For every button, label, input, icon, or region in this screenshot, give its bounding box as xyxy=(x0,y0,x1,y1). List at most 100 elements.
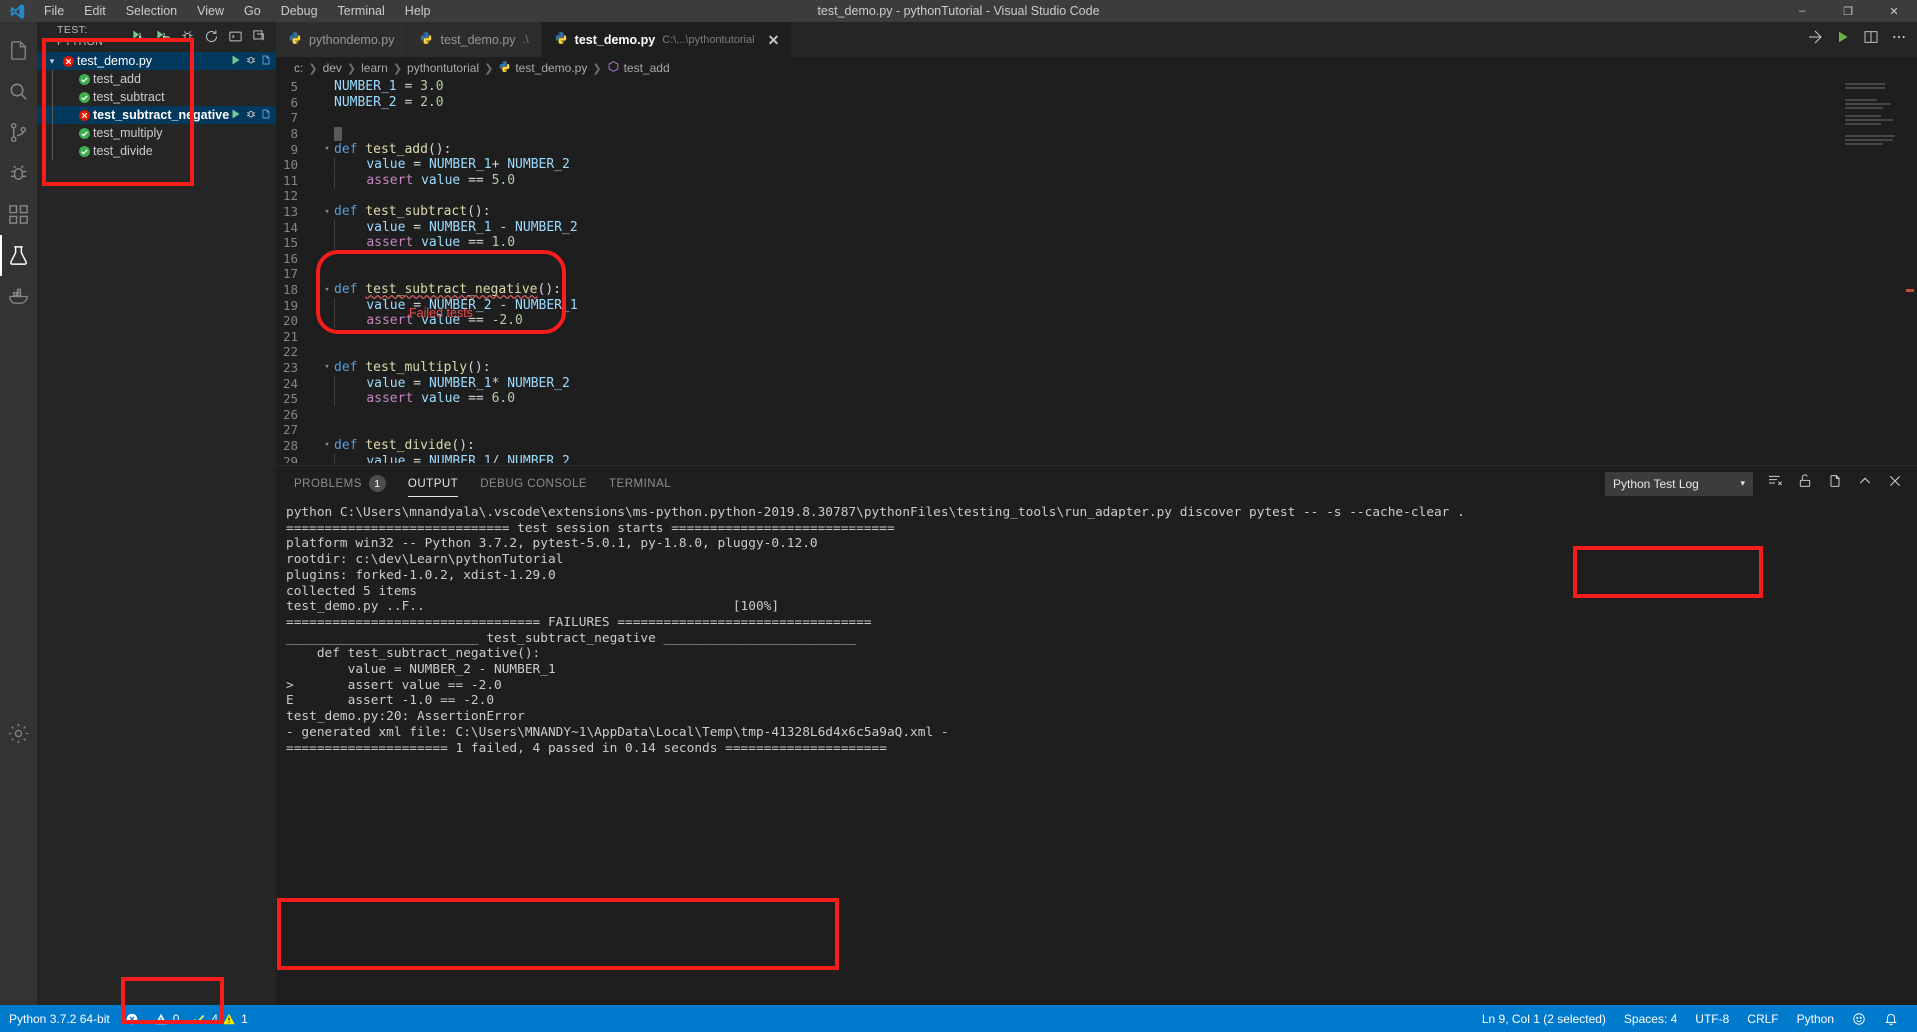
code-line-7[interactable]: 7 xyxy=(276,110,1917,126)
minimap[interactable] xyxy=(1845,83,1903,163)
run-failed-tests-icon[interactable] xyxy=(152,25,174,47)
search-icon[interactable] xyxy=(0,71,37,112)
encoding[interactable]: UTF-8 xyxy=(1686,1005,1738,1032)
debug-test-icon[interactable] xyxy=(245,54,257,69)
minimize-button[interactable]: – xyxy=(1779,0,1825,22)
menu-terminal[interactable]: Terminal xyxy=(328,0,395,22)
breadcrumb-item-4[interactable]: test_demo.py xyxy=(498,60,587,76)
code-line-28[interactable]: 28▾def test_divide(): xyxy=(276,438,1917,454)
editor-tab-2[interactable]: test_demo.pyC:\...\pythontutorial✕ xyxy=(542,22,793,57)
menu-go[interactable]: Go xyxy=(234,0,271,22)
code-line-17[interactable]: 17 xyxy=(276,266,1917,282)
code-line-27[interactable]: 27 xyxy=(276,422,1917,438)
code-line-11[interactable]: 11 assert value == 5.0 xyxy=(276,173,1917,189)
menu-help[interactable]: Help xyxy=(395,0,441,22)
run-test-icon[interactable] xyxy=(230,108,242,123)
extensions-icon[interactable] xyxy=(0,194,37,235)
code-line-21[interactable]: 21 xyxy=(276,329,1917,345)
test-tree-item-test_divide[interactable]: test_divide xyxy=(37,142,276,160)
menu-view[interactable]: View xyxy=(187,0,234,22)
code-line-16[interactable]: 16 xyxy=(276,251,1917,267)
problems-errors[interactable]: 0 xyxy=(145,1005,184,1032)
code-line-15[interactable]: 15 assert value == 1.0 xyxy=(276,235,1917,251)
maximize-button[interactable]: ❐ xyxy=(1825,0,1871,22)
eol[interactable]: CRLF xyxy=(1738,1005,1787,1032)
lock-scroll-icon[interactable] xyxy=(1797,473,1813,494)
fold-chevron-icon[interactable]: ▾ xyxy=(320,144,334,154)
window-controls[interactable]: – ❐ ✕ xyxy=(1779,0,1917,22)
chevron-down-icon[interactable]: ▾ xyxy=(45,56,59,67)
code-line-29[interactable]: 29 value = NUMBER_1/ NUMBER_2 xyxy=(276,453,1917,463)
test-tree-item-test_subtract[interactable]: test_subtract xyxy=(37,88,276,106)
split-editor-right-icon[interactable] xyxy=(1863,29,1879,50)
test-tree-item-test_demo-py[interactable]: ▾test_demo.py xyxy=(37,52,276,70)
tests-failed[interactable]: 1 xyxy=(220,1005,257,1032)
output-content[interactable]: python C:\Users\mnandyala\.vscode\extens… xyxy=(276,501,1917,756)
fold-chevron-icon[interactable]: ▾ xyxy=(320,207,334,217)
feedback-smiley[interactable] xyxy=(1843,1005,1875,1032)
menu-edit[interactable]: Edit xyxy=(74,0,116,22)
close-button[interactable]: ✕ xyxy=(1871,0,1917,22)
python-interpreter[interactable]: Python 3.7.2 64-bit xyxy=(0,1005,119,1032)
panel-tab-output[interactable]: OUTPUT xyxy=(408,466,458,501)
clear-output-icon[interactable] xyxy=(1767,473,1783,494)
run-all-tests-icon[interactable] xyxy=(128,25,150,47)
code-line-6[interactable]: 6NUMBER_2 = 2.0 xyxy=(276,95,1917,111)
code-line-25[interactable]: 25 assert value == 6.0 xyxy=(276,391,1917,407)
code-line-20[interactable]: 20 assert value == -2.0 xyxy=(276,313,1917,329)
code-line-12[interactable]: 12 xyxy=(276,188,1917,204)
editor-overview-ruler[interactable] xyxy=(1903,79,1917,463)
breadcrumb-item-0[interactable]: c: xyxy=(294,61,303,75)
menu-file[interactable]: File xyxy=(34,0,74,22)
debug-test-icon[interactable] xyxy=(245,108,257,123)
panel-tab-terminal[interactable]: TERMINAL xyxy=(609,466,671,501)
breadcrumb-item-3[interactable]: pythontutorial xyxy=(407,61,479,75)
fold-chevron-icon[interactable]: ▾ xyxy=(320,285,334,295)
docker-icon[interactable] xyxy=(0,276,37,317)
split-editor-icon[interactable] xyxy=(1807,29,1823,50)
panel-tab-debug-console[interactable]: DEBUG CONSOLE xyxy=(480,466,587,501)
editor-tab-1[interactable]: test_demo.py.\ xyxy=(407,22,541,57)
debug-all-tests-icon[interactable] xyxy=(176,25,198,47)
refresh-icon[interactable] xyxy=(200,25,222,47)
test-beaker-icon[interactable] xyxy=(0,235,37,276)
open-test-file-icon[interactable] xyxy=(260,108,272,123)
panel-tab-problems[interactable]: PROBLEMS1 xyxy=(294,466,386,501)
editor-tab-0[interactable]: pythondemo.py xyxy=(276,22,407,57)
output-channel-select[interactable]: Python Test Log ▾ xyxy=(1605,472,1753,496)
code-line-19[interactable]: 19 value = NUMBER_2 - NUMBER_1 xyxy=(276,297,1917,313)
breadcrumb[interactable]: c:❯dev❯learn❯pythontutorial❯test_demo.py… xyxy=(276,57,1917,79)
code-line-10[interactable]: 10 value = NUMBER_1+ NUMBER_2 xyxy=(276,157,1917,173)
breadcrumb-item-2[interactable]: learn xyxy=(361,61,388,75)
code-line-18[interactable]: 18▾def test_subtract_negative(): xyxy=(276,282,1917,298)
open-in-editor-icon[interactable] xyxy=(1827,473,1843,494)
code-editor[interactable]: 5NUMBER_1 = 3.06NUMBER_2 = 2.0789▾def te… xyxy=(276,79,1917,463)
open-test-file-icon[interactable] xyxy=(260,54,272,69)
fold-chevron-icon[interactable]: ▾ xyxy=(320,440,334,450)
code-line-24[interactable]: 24 value = NUMBER_1* NUMBER_2 xyxy=(276,375,1917,391)
code-line-5[interactable]: 5NUMBER_1 = 3.0 xyxy=(276,79,1917,95)
notifications-bell[interactable] xyxy=(1875,1005,1907,1032)
debug-icon[interactable] xyxy=(0,153,37,194)
close-panel-icon[interactable] xyxy=(1887,473,1903,494)
code-line-14[interactable]: 14 value = NUMBER_1 - NUMBER_2 xyxy=(276,219,1917,235)
fold-chevron-icon[interactable]: ▾ xyxy=(320,362,334,372)
remote-indicator[interactable] xyxy=(119,1005,145,1032)
code-line-13[interactable]: 13▾def test_subtract(): xyxy=(276,204,1917,220)
explorer-icon[interactable] xyxy=(0,30,37,71)
breadcrumb-item-1[interactable]: dev xyxy=(323,61,342,75)
maximize-panel-icon[interactable] xyxy=(1857,473,1873,494)
cursor-position[interactable]: Ln 9, Col 1 (2 selected) xyxy=(1473,1005,1615,1032)
menu-bar[interactable]: File Edit Selection View Go Debug Termin… xyxy=(34,0,441,22)
language-mode[interactable]: Python xyxy=(1788,1005,1843,1032)
show-output-icon[interactable] xyxy=(224,25,246,47)
test-tree-item-test_multiply[interactable]: test_multiply xyxy=(37,124,276,142)
test-tree-item-test_add[interactable]: test_add xyxy=(37,70,276,88)
tests-passed[interactable]: 4 xyxy=(183,1005,220,1032)
menu-debug[interactable]: Debug xyxy=(271,0,328,22)
source-control-icon[interactable] xyxy=(0,112,37,153)
close-icon[interactable]: ✕ xyxy=(768,33,780,47)
settings-gear-icon[interactable] xyxy=(0,713,37,754)
code-line-22[interactable]: 22 xyxy=(276,344,1917,360)
run-python-file-icon[interactable] xyxy=(1835,29,1851,50)
